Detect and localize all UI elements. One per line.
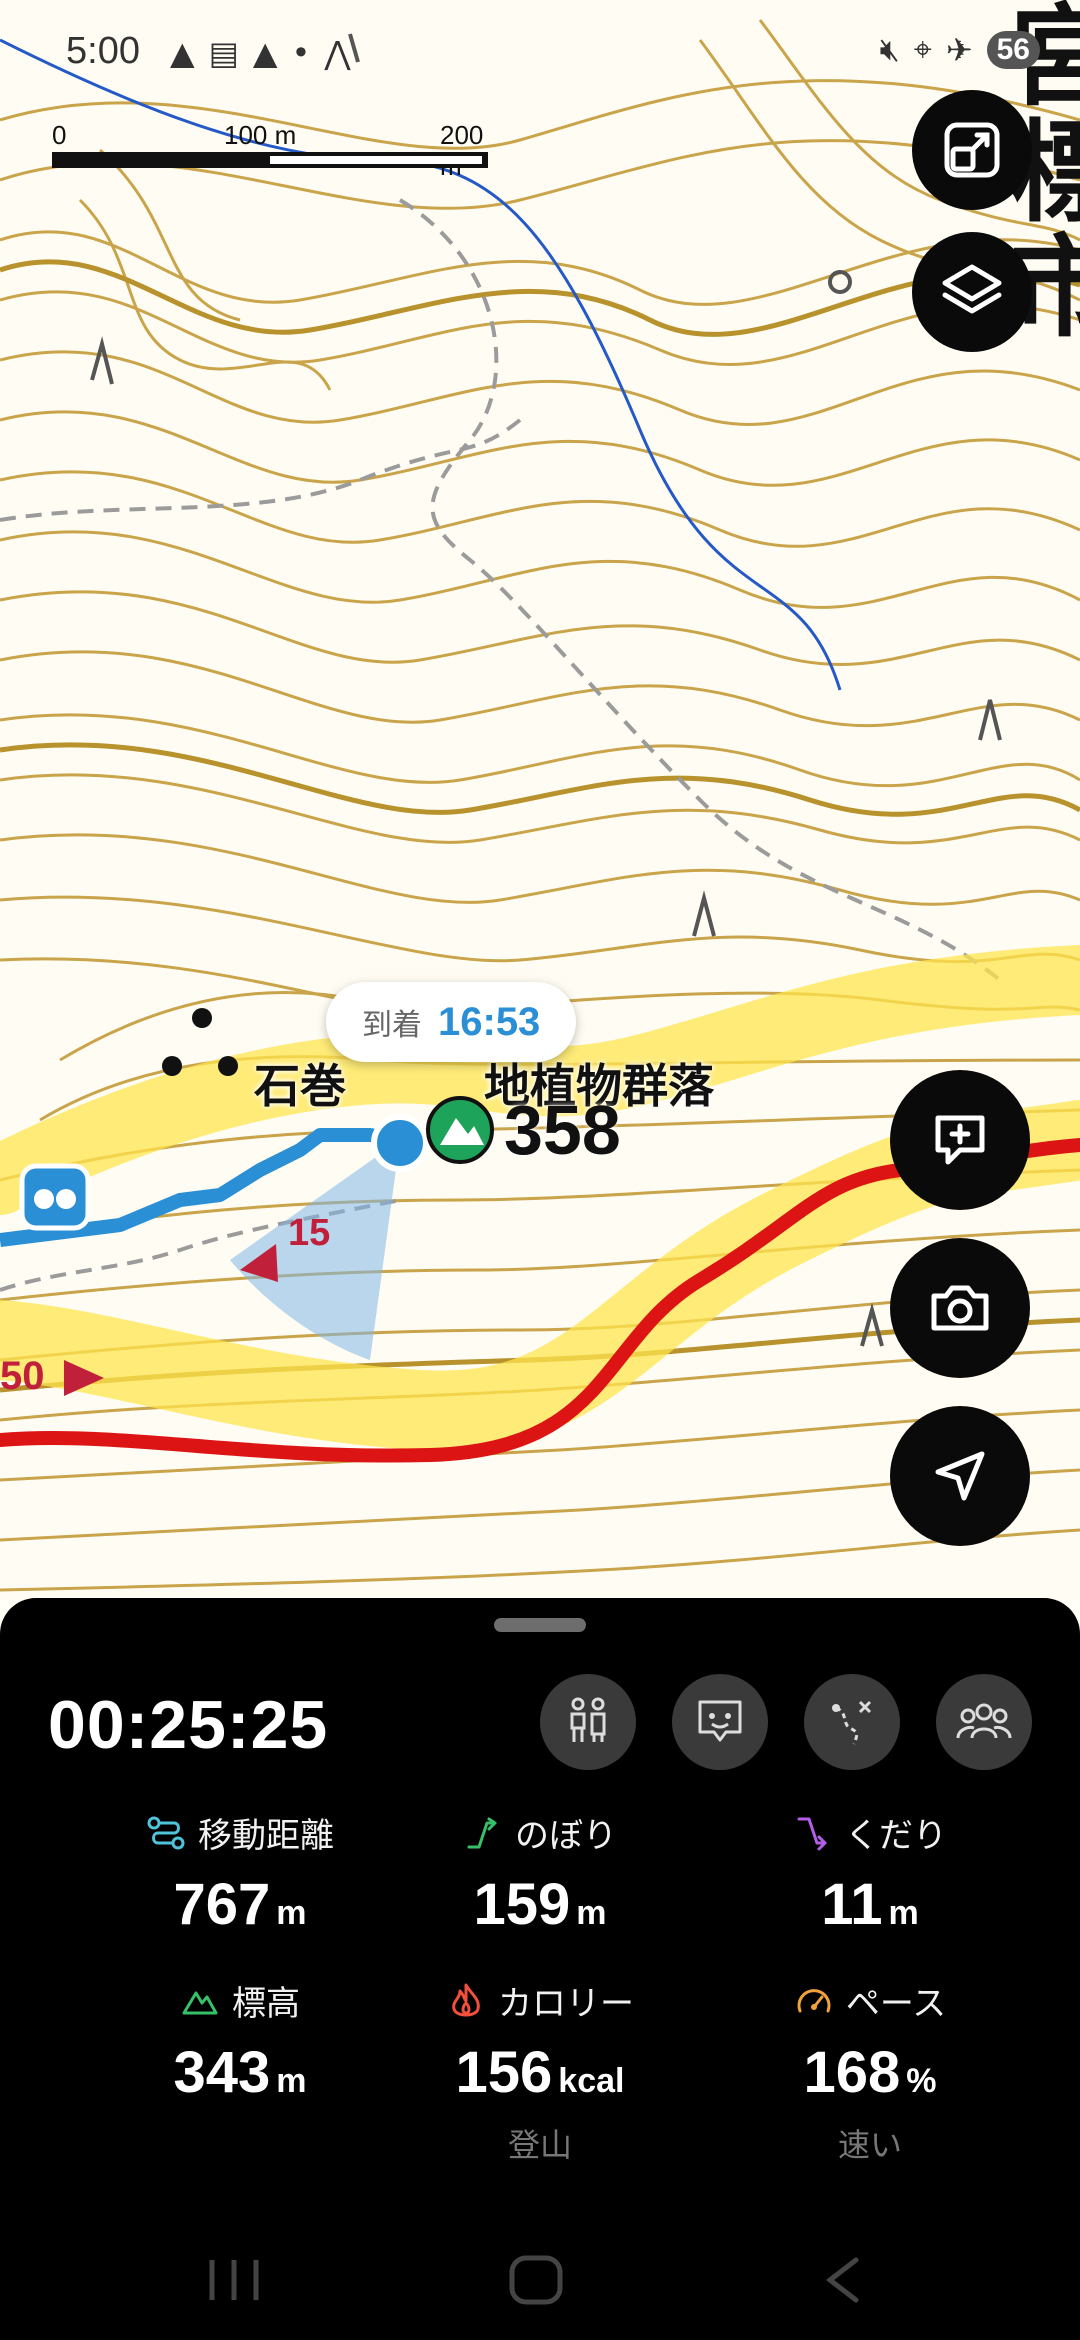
slope-label: 15 xyxy=(288,1212,331,1254)
status-time: 5:00 xyxy=(66,30,140,72)
restroom-icon xyxy=(570,1697,606,1742)
stat-elevation: 標高 343 m xyxy=(70,1976,410,2106)
system-navbar xyxy=(0,2220,1080,2340)
route-button[interactable] xyxy=(804,1674,900,1770)
arrival-time: 16:53 xyxy=(438,999,541,1044)
route-label: 50 xyxy=(0,1354,45,1398)
battery-indicator: 56 xyxy=(986,30,1040,69)
stat-pace: ペース 168% 速い xyxy=(700,1976,1040,2166)
flame-icon xyxy=(452,1983,480,2016)
peak-height-label: 358 xyxy=(504,1091,621,1169)
fullscreen-icon xyxy=(944,122,1000,178)
home-icon[interactable] xyxy=(509,2255,563,2305)
stat-elevation-label: 標高 xyxy=(232,1984,300,2024)
stat-calories-activity: 登山 xyxy=(507,2126,572,2164)
sheet-handle[interactable] xyxy=(494,1618,586,1632)
elapsed-timer: 00:25:25 xyxy=(48,1687,329,1763)
descent-icon xyxy=(797,1817,827,1850)
status-left-icons: ▲ ▤ ▲ • ⋀ xyxy=(170,34,351,72)
stat-pace-rating: 速い xyxy=(837,2126,902,2164)
add-memo-button[interactable] xyxy=(890,1070,1030,1210)
layers-icon xyxy=(942,264,1002,314)
stat-elevation-value: 343 xyxy=(173,2040,271,2105)
route-icon xyxy=(832,1700,872,1745)
arrival-label: 到着 xyxy=(362,1008,422,1043)
ascent-icon xyxy=(467,1817,497,1848)
dot-icon: • xyxy=(291,34,311,72)
mute-icon: 🔇︎ xyxy=(879,30,900,68)
scale-label-0: 0 xyxy=(52,120,67,150)
scale-label-100: 100 m xyxy=(224,120,297,150)
scale-bar xyxy=(52,152,488,168)
stat-distance-label: 移動距離 xyxy=(198,1816,334,1856)
camera-button[interactable] xyxy=(890,1238,1030,1378)
memo-icon xyxy=(698,1700,742,1742)
memo-button[interactable] xyxy=(672,1674,768,1770)
stat-ascent-value: 159 xyxy=(473,1872,571,1937)
stat-ascent-unit: m xyxy=(576,1894,607,1932)
activity-sheet[interactable]: 00:25:25 移動距離 767 m のぼり 159 m くだり 11 m 標… xyxy=(0,1598,1080,2340)
stat-calories: カロリー 156 kcal 登山 xyxy=(370,1976,710,2166)
stat-descent-value: 11 xyxy=(821,1872,883,1937)
notes-icon: ▤ xyxy=(208,34,239,72)
location-icon: ⌖ xyxy=(913,30,932,68)
navigate-button[interactable] xyxy=(890,1406,1030,1546)
back-icon[interactable] xyxy=(825,2257,859,2303)
navigate-icon xyxy=(935,1451,985,1501)
stat-calories-label: カロリー xyxy=(498,1984,634,2024)
arrival-time-bubble[interactable]: 到着 16:53 xyxy=(326,982,577,1062)
stat-ascent-label: のぼり xyxy=(515,1816,617,1856)
stat-descent-label: くだり xyxy=(845,1816,947,1856)
stat-calories-value: 156 xyxy=(455,2040,553,2105)
stat-pace-unit: % xyxy=(906,2062,937,2100)
stat-calories-unit: kcal xyxy=(558,2062,625,2100)
stat-descent: くだり 11 m xyxy=(700,1808,1040,1938)
mountain-icon xyxy=(182,1991,218,2014)
fullscreen-button[interactable] xyxy=(912,90,1032,210)
recents-icon[interactable] xyxy=(209,2260,259,2300)
stat-descent-unit: m xyxy=(888,1894,919,1932)
stat-distance-unit: m xyxy=(276,1894,307,1932)
stat-pace-value: 168 xyxy=(803,2040,901,2105)
add-memo-icon xyxy=(935,1115,985,1165)
map-view[interactable]: 宮標市 5:00 ▲ ▤ ▲ • ⋀ 🔇︎ ⌖ ✈ 56 0 100 m 200… xyxy=(0,0,1080,1600)
status-right-icons: 🔇︎ ⌖ ✈ 56 xyxy=(880,30,1040,69)
group-icon xyxy=(956,1703,1012,1739)
layers-button[interactable] xyxy=(912,232,1032,352)
stat-elevation-unit: m xyxy=(276,2062,307,2100)
map-scale: 0 100 m 200 m xyxy=(52,120,492,181)
group-button[interactable] xyxy=(936,1674,1032,1770)
scale-label-200: 200 m xyxy=(440,120,484,181)
airplane-icon: ✈ xyxy=(945,30,973,69)
distance-icon xyxy=(147,1816,185,1849)
warning-icon: ▲ xyxy=(170,34,195,72)
camera-icon xyxy=(931,1285,989,1331)
stat-distance-value: 767 xyxy=(173,1872,271,1937)
stat-ascent: のぼり 159 m xyxy=(370,1808,710,1938)
restroom-button[interactable] xyxy=(540,1674,636,1770)
stat-distance: 移動距離 767 m xyxy=(70,1808,410,1938)
status-bar: 5:00 ▲ ▤ ▲ • ⋀ 🔇︎ ⌖ ✈ 56 xyxy=(0,0,1080,110)
warning-icon: ▲ xyxy=(252,34,278,72)
speedometer-icon xyxy=(797,1988,831,2012)
stat-pace-label: ペース xyxy=(845,1984,947,2024)
wifi-icon: ⋀ xyxy=(324,34,351,72)
